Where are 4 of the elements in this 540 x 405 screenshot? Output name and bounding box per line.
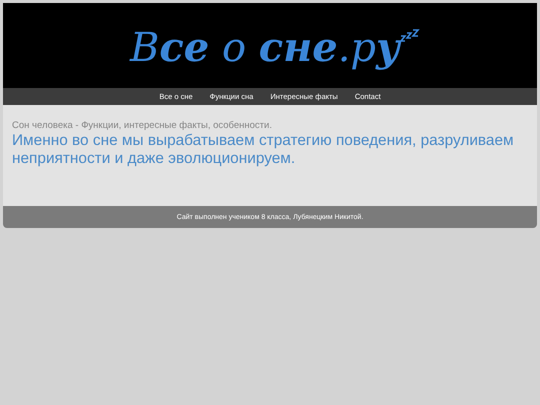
site-logo[interactable]: Все о сне.ру (130, 24, 400, 71)
sleep-zzz-icon (400, 29, 420, 43)
subtitle: Сон человека - Функции, интересные факты, особенности. (12, 120, 273, 131)
lead-text: Именно во сне мы вырабатываем стратегию поведения, разруливаем неприятности и даже эволюционируем. (12, 132, 515, 168)
